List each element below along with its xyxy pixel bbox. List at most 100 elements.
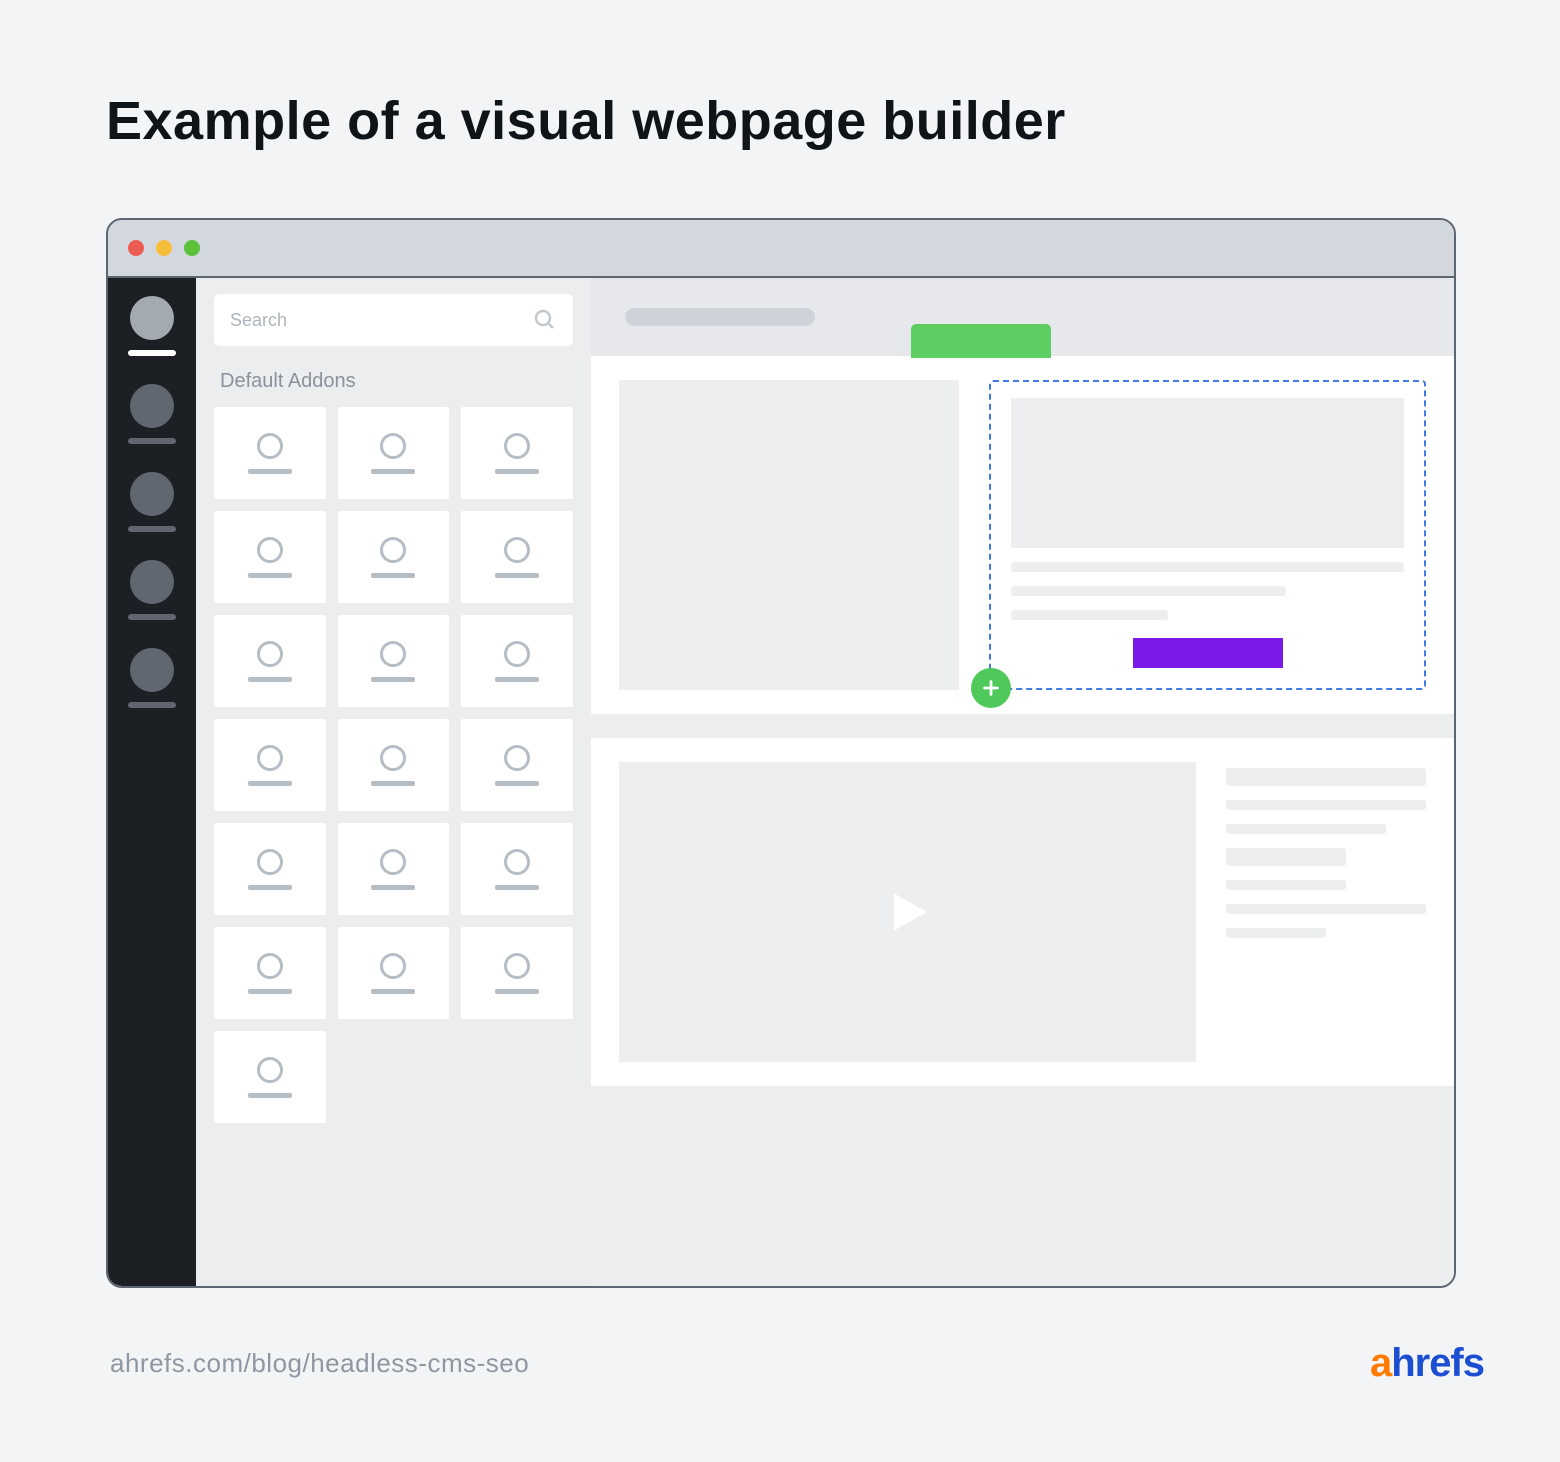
addon-icon bbox=[257, 537, 283, 563]
addon-label-placeholder bbox=[371, 781, 415, 786]
addons-grid bbox=[214, 407, 573, 1123]
addon-label-placeholder bbox=[248, 781, 292, 786]
addon-icon bbox=[380, 433, 406, 459]
addon-tile[interactable] bbox=[461, 407, 573, 499]
addon-label-placeholder bbox=[248, 677, 292, 682]
addon-tile[interactable] bbox=[338, 927, 450, 1019]
search-input[interactable] bbox=[230, 310, 430, 331]
addon-icon bbox=[257, 433, 283, 459]
page-title: Example of a visual webpage builder bbox=[106, 90, 1066, 152]
addon-tile[interactable] bbox=[214, 407, 326, 499]
addon-label-placeholder bbox=[248, 885, 292, 890]
addon-icon bbox=[257, 849, 283, 875]
text-line-placeholder bbox=[1226, 824, 1386, 834]
brand-first-letter: a bbox=[1370, 1341, 1391, 1385]
video-placeholder[interactable] bbox=[619, 762, 1196, 1062]
close-icon[interactable] bbox=[128, 240, 144, 256]
window-titlebar bbox=[108, 220, 1454, 278]
addon-tile[interactable] bbox=[214, 719, 326, 811]
addon-label-placeholder bbox=[248, 989, 292, 994]
addon-icon bbox=[504, 641, 530, 667]
brand-logo: ahrefs bbox=[1370, 1341, 1484, 1386]
text-line-placeholder bbox=[1226, 800, 1426, 810]
addon-tile[interactable] bbox=[461, 719, 573, 811]
addon-label-placeholder bbox=[371, 989, 415, 994]
text-line-placeholder bbox=[1226, 928, 1326, 938]
addon-tile[interactable] bbox=[214, 615, 326, 707]
sidebar-icon bbox=[130, 560, 174, 604]
card-image-placeholder bbox=[1011, 398, 1404, 548]
text-line-placeholder bbox=[1226, 904, 1426, 914]
addon-label-placeholder bbox=[248, 1093, 292, 1098]
addon-tile[interactable] bbox=[214, 927, 326, 1019]
sidebar-item-1[interactable] bbox=[128, 296, 176, 356]
cta-button-placeholder[interactable] bbox=[1133, 638, 1283, 668]
addon-icon bbox=[257, 745, 283, 771]
addon-label-placeholder bbox=[495, 469, 539, 474]
search-icon bbox=[533, 308, 557, 332]
add-block-button[interactable] bbox=[971, 668, 1011, 708]
heading-placeholder bbox=[1226, 768, 1426, 786]
sidebar-item-2[interactable] bbox=[128, 384, 176, 444]
addon-tile[interactable] bbox=[214, 1031, 326, 1123]
addon-tile[interactable] bbox=[461, 615, 573, 707]
drop-target[interactable] bbox=[989, 380, 1426, 690]
addon-icon bbox=[504, 849, 530, 875]
addon-tile[interactable] bbox=[214, 823, 326, 915]
sidebar-label-placeholder bbox=[128, 614, 176, 620]
heading-placeholder bbox=[1226, 848, 1346, 866]
sidebar-label-placeholder bbox=[128, 350, 176, 356]
sidebar-item-5[interactable] bbox=[128, 648, 176, 708]
addon-icon bbox=[257, 1057, 283, 1083]
minimize-icon[interactable] bbox=[156, 240, 172, 256]
breadcrumb-placeholder bbox=[625, 308, 815, 326]
app-sidebar bbox=[108, 278, 196, 1286]
addon-label-placeholder bbox=[371, 469, 415, 474]
addons-heading: Default Addons bbox=[220, 370, 573, 393]
tab-active-indicator[interactable] bbox=[911, 324, 1051, 358]
addon-tile[interactable] bbox=[338, 823, 450, 915]
addon-label-placeholder bbox=[495, 781, 539, 786]
search-box[interactable] bbox=[214, 294, 573, 346]
addon-icon bbox=[380, 953, 406, 979]
browser-window: Default Addons bbox=[106, 218, 1456, 1288]
addon-icon bbox=[380, 849, 406, 875]
addon-label-placeholder bbox=[495, 885, 539, 890]
sidebar-icon bbox=[130, 296, 174, 340]
image-placeholder[interactable] bbox=[619, 380, 959, 690]
sidebar-item-4[interactable] bbox=[128, 560, 176, 620]
canvas-section-2 bbox=[591, 738, 1454, 1086]
plus-icon bbox=[980, 677, 1002, 699]
addon-label-placeholder bbox=[371, 677, 415, 682]
addon-label-placeholder bbox=[371, 885, 415, 890]
brand-rest: hrefs bbox=[1391, 1341, 1484, 1385]
play-icon bbox=[880, 884, 936, 940]
addon-tile[interactable] bbox=[338, 719, 450, 811]
sidebar-icon bbox=[130, 384, 174, 428]
sidebar-item-3[interactable] bbox=[128, 472, 176, 532]
addon-icon bbox=[380, 745, 406, 771]
addon-icon bbox=[380, 641, 406, 667]
text-line-placeholder bbox=[1011, 586, 1286, 596]
window-body: Default Addons bbox=[108, 278, 1454, 1286]
canvas-topbar bbox=[591, 278, 1454, 356]
builder-canvas bbox=[591, 278, 1454, 1286]
addon-tile[interactable] bbox=[338, 407, 450, 499]
text-line-placeholder bbox=[1011, 562, 1404, 572]
addon-label-placeholder bbox=[248, 469, 292, 474]
addon-icon bbox=[504, 953, 530, 979]
addon-tile[interactable] bbox=[338, 511, 450, 603]
addon-icon bbox=[257, 641, 283, 667]
addon-icon bbox=[504, 745, 530, 771]
addon-tile[interactable] bbox=[214, 511, 326, 603]
sidebar-icon bbox=[130, 472, 174, 516]
addon-tile[interactable] bbox=[338, 615, 450, 707]
addon-tile[interactable] bbox=[461, 823, 573, 915]
maximize-icon[interactable] bbox=[184, 240, 200, 256]
addon-label-placeholder bbox=[371, 573, 415, 578]
addon-tile[interactable] bbox=[461, 511, 573, 603]
addon-tile[interactable] bbox=[461, 927, 573, 1019]
sidebar-label-placeholder bbox=[128, 438, 176, 444]
addon-icon bbox=[380, 537, 406, 563]
text-line-placeholder bbox=[1011, 610, 1168, 620]
